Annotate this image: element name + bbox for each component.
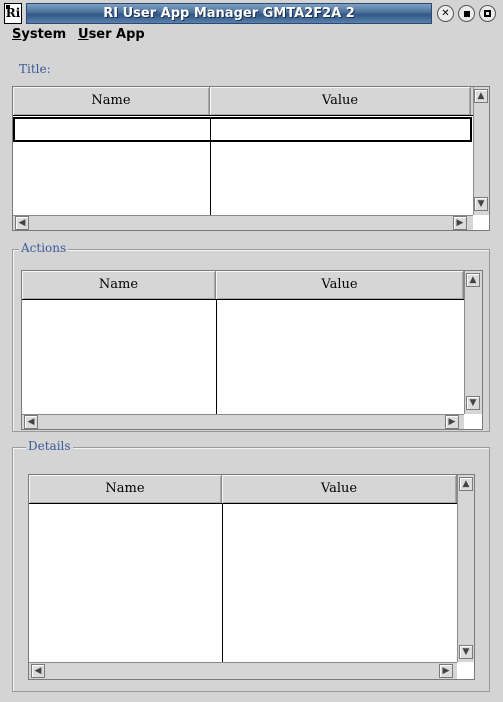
menu-user-app[interactable]: User App	[78, 27, 145, 42]
details-table-header: Name Value	[29, 475, 457, 504]
close-window-button[interactable]: ✕	[437, 5, 454, 22]
minimize-window-button[interactable]	[458, 5, 475, 22]
details-col-name[interactable]: Name	[29, 475, 222, 503]
scroll-right-icon[interactable]: ▶	[453, 216, 467, 230]
actions-col-value[interactable]: Value	[216, 271, 464, 299]
title-table-row[interactable]	[13, 117, 472, 142]
scroll-down-icon[interactable]: ▼	[459, 645, 473, 659]
actions-col-name[interactable]: Name	[22, 271, 216, 299]
actions-vertical-scrollbar[interactable]: ▲ ▼	[464, 271, 482, 414]
details-col-value[interactable]: Value	[222, 475, 457, 503]
actions-table: Name Value ▲ ▼ ◀ ▶	[21, 270, 483, 430]
close-icon: ✕	[441, 7, 450, 19]
app-icon[interactable]: Ri	[4, 3, 22, 24]
scroll-right-icon[interactable]: ▶	[445, 415, 459, 429]
maximize-window-button[interactable]	[479, 5, 496, 22]
actions-horizontal-scrollbar[interactable]: ◀ ▶	[22, 414, 464, 429]
minimize-icon	[463, 10, 470, 17]
scroll-down-icon[interactable]: ▼	[466, 396, 480, 410]
title-col-name[interactable]: Name	[13, 87, 210, 115]
title-col-value[interactable]: Value	[210, 87, 471, 115]
scroll-up-icon[interactable]: ▲	[466, 273, 480, 287]
title-table: Name Value ▲ ▼ ◀ ▶	[12, 86, 490, 231]
scroll-left-icon[interactable]: ◀	[24, 415, 38, 429]
details-section-label: Details	[26, 439, 73, 453]
maximize-icon	[484, 10, 491, 17]
scroll-up-icon[interactable]: ▲	[474, 89, 488, 103]
title-bar[interactable]: Ri RI User App Manager GMTA2F2A 2 ✕	[0, 0, 503, 27]
window-title[interactable]: RI User App Manager GMTA2F2A 2	[26, 3, 432, 24]
actions-table-header: Name Value	[22, 271, 464, 300]
column-divider	[210, 117, 211, 215]
title-horizontal-scrollbar[interactable]: ◀ ▶	[13, 215, 473, 230]
details-table: Name Value ▲ ▼ ◀ ▶	[28, 474, 475, 680]
details-horizontal-scrollbar[interactable]: ◀ ▶	[29, 662, 457, 679]
title-vertical-scrollbar[interactable]: ▲ ▼	[473, 87, 489, 215]
menu-bar: System User App	[0, 26, 503, 46]
scroll-right-icon[interactable]: ▶	[439, 664, 453, 678]
details-vertical-scrollbar[interactable]: ▲ ▼	[457, 475, 474, 662]
title-section-label: Title:	[17, 62, 53, 76]
scroll-down-icon[interactable]: ▼	[474, 197, 488, 211]
scroll-up-icon[interactable]: ▲	[459, 477, 473, 491]
scroll-left-icon[interactable]: ◀	[31, 664, 45, 678]
column-divider	[222, 504, 223, 662]
scroll-left-icon[interactable]: ◀	[15, 216, 29, 230]
menu-system[interactable]: System	[12, 27, 66, 42]
actions-section-label: Actions	[19, 241, 69, 255]
column-divider	[216, 300, 217, 414]
title-table-header: Name Value	[13, 87, 473, 116]
